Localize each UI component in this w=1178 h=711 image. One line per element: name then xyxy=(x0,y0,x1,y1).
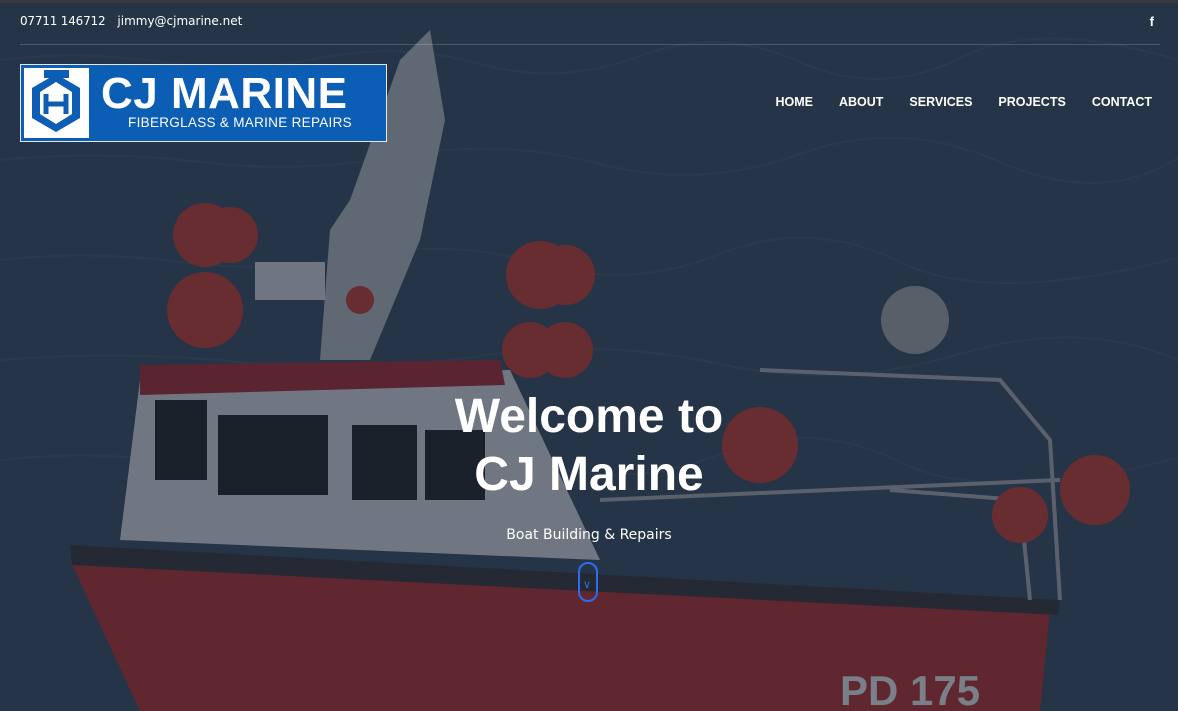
nav-home[interactable]: HOME xyxy=(775,95,813,109)
phone-number[interactable]: 07711 146712 xyxy=(20,14,106,28)
facebook-icon[interactable]: f xyxy=(1150,14,1154,29)
hero-subtitle: Boat Building & Repairs xyxy=(506,527,672,543)
nav-about[interactable]: ABOUT xyxy=(839,95,883,109)
logo-tagline: FIBERGLASS & MARINE REPAIRS xyxy=(128,115,352,130)
top-edge-line xyxy=(0,0,1178,3)
hero-title-line2: CJ Marine xyxy=(474,448,704,501)
hero-title-line1: Welcome to xyxy=(454,390,724,443)
email-link[interactable]: jimmy@cjmarine.net xyxy=(117,14,242,28)
logo-mark-icon xyxy=(24,68,89,138)
hero-title: Welcome to CJ Marine xyxy=(0,388,1178,504)
nav-projects[interactable]: PROJECTS xyxy=(998,95,1065,109)
site-logo[interactable]: CJ MARINE FIBERGLASS & MARINE REPAIRS xyxy=(20,64,387,142)
nav-contact[interactable]: CONTACT xyxy=(1092,95,1152,109)
main-nav: HOME ABOUT SERVICES PROJECTS CONTACT xyxy=(775,95,1152,109)
logo-name: CJ MARINE xyxy=(101,69,348,118)
nav-services[interactable]: SERVICES xyxy=(909,95,972,109)
chevron-down-icon: ∨ xyxy=(583,578,592,591)
scroll-down-button[interactable]: ∨ xyxy=(578,562,598,602)
top-contact-bar: 07711 146712 jimmy@cjmarine.net f xyxy=(20,14,1160,45)
